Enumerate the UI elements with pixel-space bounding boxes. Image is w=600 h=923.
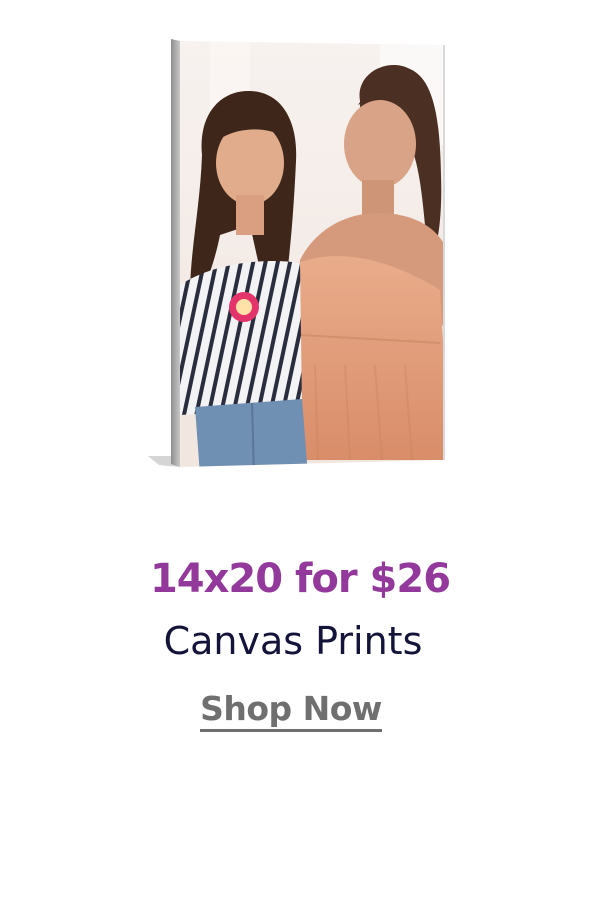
canvas-print-illustration (148, 39, 445, 467)
canvas-print-image[interactable] (140, 35, 460, 475)
shop-now-label: Shop Now (200, 689, 382, 728)
offer-headline: 14x20 for $26 (149, 556, 451, 602)
shop-now-link[interactable]: Shop Now (196, 684, 386, 736)
shop-now-underline (200, 729, 382, 732)
product-name: Canvas Prints (163, 619, 423, 663)
